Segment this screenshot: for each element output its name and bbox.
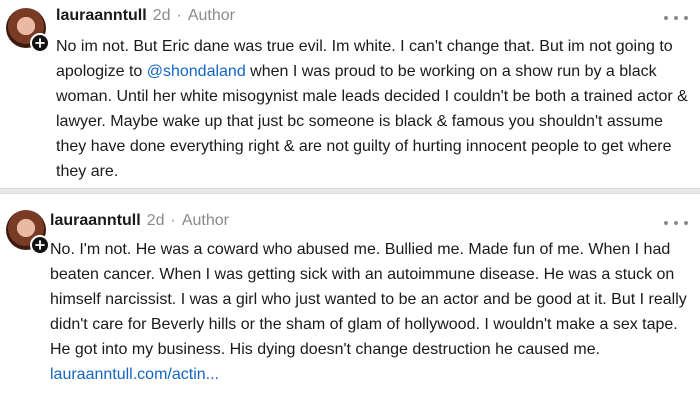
comment-text-part: when I was proud to be working on a show… — [56, 63, 688, 180]
external-link[interactable]: lauraanntull.com/actin... — [50, 366, 219, 383]
author-badge: Author — [181, 212, 229, 229]
separator: · — [170, 212, 176, 229]
username[interactable]: lauraanntull — [50, 211, 141, 231]
comment-card: lauraanntull 2d · Author No im not. But … — [0, 0, 700, 189]
username[interactable]: lauraanntull — [56, 6, 147, 26]
comment-header: lauraanntull 2d · Author — [50, 211, 229, 231]
more-options-icon[interactable] — [664, 10, 688, 26]
timestamp: 2d — [152, 7, 171, 24]
plus-icon[interactable] — [30, 33, 50, 53]
comment-text: No im not. But Eric dane was true evil. … — [56, 34, 692, 184]
comment-card: lauraanntull 2d · Author No. I'm not. He… — [0, 193, 700, 400]
author-badge: Author — [187, 7, 235, 24]
comment-header: lauraanntull 2d · Author — [56, 6, 235, 26]
timestamp: 2d — [146, 212, 165, 229]
mention-link[interactable]: @shondaland — [147, 63, 246, 80]
avatar[interactable] — [6, 210, 50, 255]
plus-icon[interactable] — [30, 235, 50, 255]
avatar[interactable] — [6, 8, 50, 53]
comment-text: No. I'm not. He was a coward who abused … — [50, 237, 692, 387]
separator: · — [176, 7, 182, 24]
more-options-icon[interactable] — [664, 215, 688, 231]
comment-text-part: No. I'm not. He was a coward who abused … — [50, 241, 687, 358]
